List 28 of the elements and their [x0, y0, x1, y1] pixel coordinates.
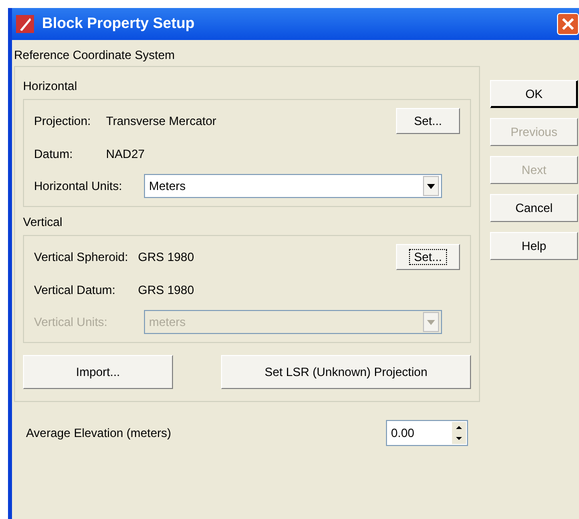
import-button[interactable]: Import... [23, 355, 173, 389]
projection-value: Transverse Mercator [106, 113, 218, 130]
spheroid-label: Vertical Spheroid: [34, 249, 130, 266]
dialog-button[interactable]: Cancel [490, 194, 578, 222]
spheroid-value: GRS 1980 [138, 249, 196, 266]
units-label: Vertical Units: [34, 314, 108, 331]
window-title: Block Property Setup [42, 14, 196, 34]
set-button[interactable]: Set... [396, 108, 460, 134]
dialog-button[interactable]: OK [490, 80, 578, 108]
elevation-spinner[interactable]: 0.00 [386, 420, 468, 446]
group-label: Horizontal [23, 78, 78, 95]
group-label: Reference Coordinate System [14, 48, 176, 62]
close-icon [562, 18, 574, 30]
set-button[interactable]: Set... [396, 244, 460, 270]
dialog-button[interactable]: Help [490, 232, 578, 260]
app-icon [16, 15, 34, 33]
projection-label: Projection: [34, 113, 92, 130]
elevation-label: Average Elevation (meters) [26, 425, 172, 442]
units-label: Horizontal Units: [34, 178, 124, 195]
vertical-datum-value: GRS 1980 [138, 282, 194, 299]
datum-label: Datum: [34, 146, 74, 163]
vertical-datum-label: Vertical Datum: [34, 282, 116, 299]
group-label: Vertical [23, 214, 64, 231]
units-dropdown[interactable]: Meters [144, 174, 442, 198]
close-button[interactable] [557, 13, 579, 35]
datum-value: NAD27 [106, 146, 145, 163]
spinner-arrows-icon [452, 422, 466, 444]
lsr-projection-button[interactable]: Set LSR (Unknown) Projection [221, 355, 471, 389]
